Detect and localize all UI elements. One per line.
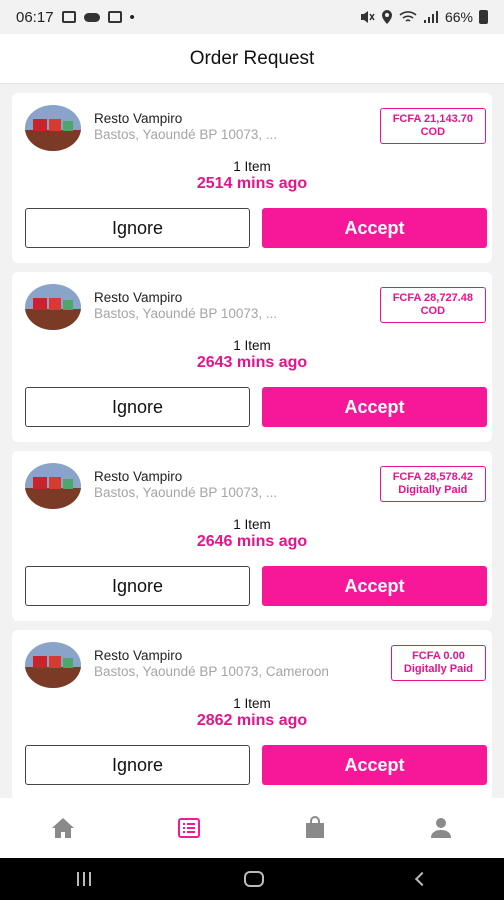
battery-percent: 66% (444, 9, 473, 25)
gallery-icon (61, 11, 76, 23)
order-price: FCFA 28,578.42 (392, 471, 473, 483)
order-price: FCFA 28,727.48 (392, 292, 473, 304)
time-ago: 2646 mins ago (196, 533, 308, 550)
order-card: Resto Vampiro Bastos, Yaoundé BP 10073, … (12, 451, 492, 621)
order-card: Resto Vampiro Bastos, Yaoundé BP 10073, … (12, 630, 492, 800)
restaurant-avatar (25, 642, 81, 688)
ignore-button[interactable]: Ignore (25, 745, 250, 785)
item-count: 1 Item (233, 159, 271, 174)
accept-button[interactable]: Accept (262, 208, 487, 248)
price-badge: FCFA 28,578.42 Digitally Paid (379, 466, 486, 502)
bottom-nav (0, 798, 504, 858)
location-icon (381, 10, 392, 24)
restaurant-avatar (25, 105, 81, 151)
status-bar: 06:17 • 66% (0, 0, 504, 34)
profile-icon (431, 818, 451, 838)
battery-icon (479, 10, 488, 24)
orders-list-icon (178, 818, 200, 838)
order-price: FCFA 21,143.70 (392, 113, 473, 125)
home-button[interactable] (243, 871, 264, 887)
time-ago: 2643 mins ago (196, 354, 308, 371)
payment-method: Digitally Paid (398, 484, 468, 496)
payment-method: Digitally Paid (403, 663, 473, 675)
order-price: FCFA 0.00 (412, 650, 465, 662)
ignore-button[interactable]: Ignore (25, 566, 250, 606)
restaurant-avatar (25, 284, 81, 330)
accept-button[interactable]: Accept (262, 387, 487, 427)
wifi-icon (399, 11, 417, 22)
accept-button[interactable]: Accept (262, 566, 487, 606)
item-count: 1 Item (233, 696, 271, 711)
home-icon (52, 818, 74, 838)
back-button[interactable] (415, 871, 430, 887)
restaurant-address: Bastos, Yaoundé BP 10073, ... (94, 485, 278, 500)
status-time: 06:17 (16, 8, 54, 26)
page-title: Order Request (189, 47, 315, 69)
system-nav-bar (0, 858, 504, 900)
app-bar: Order Request (0, 34, 504, 84)
recent-apps-button[interactable] (76, 872, 91, 886)
mute-icon (360, 11, 375, 23)
accept-button[interactable]: Accept (262, 745, 487, 785)
price-badge: FCFA 21,143.70 COD (379, 108, 486, 144)
nav-orders[interactable] (159, 808, 219, 848)
time-ago: 2862 mins ago (196, 712, 308, 729)
restaurant-name: Resto Vampiro (94, 469, 183, 484)
order-card: Resto Vampiro Bastos, Yaoundé BP 10073, … (12, 93, 492, 263)
price-badge: FCFA 28,727.48 COD (379, 287, 486, 323)
restaurant-address: Bastos, Yaoundé BP 10073, Cameroon (94, 664, 329, 679)
notification-dot: • (129, 8, 135, 26)
restaurant-name: Resto Vampiro (94, 111, 183, 126)
order-list[interactable]: Resto Vampiro Bastos, Yaoundé BP 10073, … (12, 93, 492, 809)
order-card: Resto Vampiro Bastos, Yaoundé BP 10073, … (12, 272, 492, 442)
payment-method: COD (420, 305, 446, 317)
time-ago: 2514 mins ago (196, 175, 308, 192)
restaurant-avatar (25, 463, 81, 509)
item-count: 1 Item (233, 338, 271, 353)
signal-icon (423, 11, 438, 23)
ignore-button[interactable]: Ignore (25, 208, 250, 248)
restaurant-address: Bastos, Yaoundé BP 10073, ... (94, 127, 278, 142)
cloud-icon (83, 12, 100, 22)
shopping-bag-icon (306, 816, 324, 838)
payment-method: COD (420, 126, 446, 138)
nav-home[interactable] (33, 808, 93, 848)
item-count: 1 Item (233, 517, 271, 532)
restaurant-address: Bastos, Yaoundé BP 10073, ... (94, 306, 278, 321)
restaurant-name: Resto Vampiro (94, 290, 183, 305)
price-badge: FCFA 0.00 Digitally Paid (390, 645, 486, 681)
mail-icon (107, 11, 122, 23)
restaurant-name: Resto Vampiro (94, 648, 183, 663)
nav-profile[interactable] (411, 808, 471, 848)
ignore-button[interactable]: Ignore (25, 387, 250, 427)
nav-shop[interactable] (285, 808, 345, 848)
